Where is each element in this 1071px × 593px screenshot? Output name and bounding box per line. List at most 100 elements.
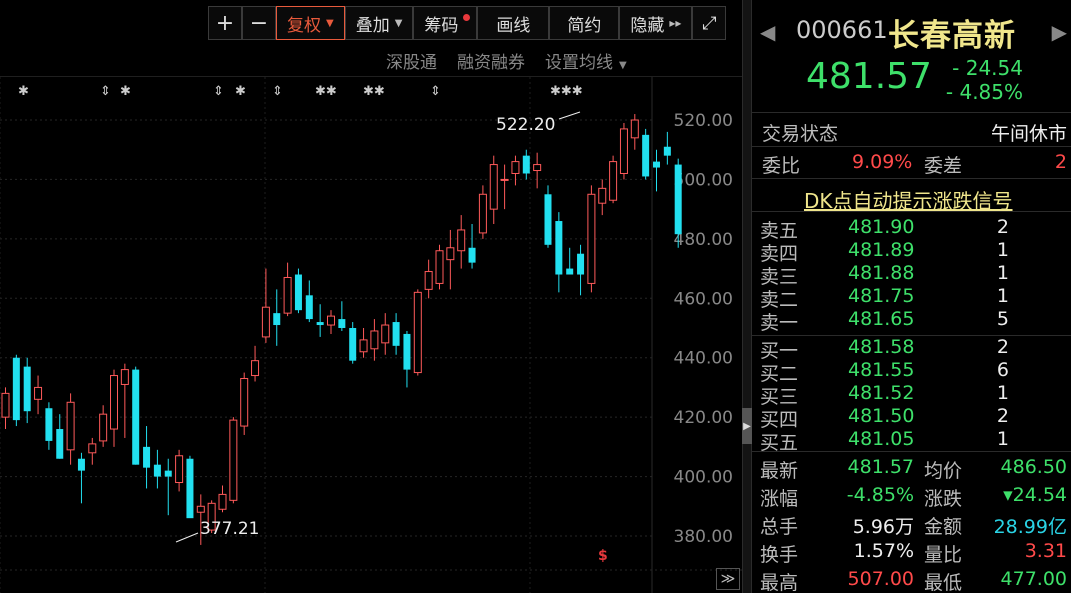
candle[interactable] [403, 330, 411, 388]
candle[interactable] [500, 164, 509, 210]
draw-line-button[interactable]: 画线 [477, 6, 550, 40]
bid-row[interactable]: 买三 481.52 1 [752, 382, 1071, 408]
candle[interactable] [598, 179, 607, 216]
candle[interactable] [229, 417, 238, 504]
simple-mode-button[interactable]: 简约 [549, 6, 620, 40]
candle[interactable] [468, 224, 476, 269]
candle[interactable] [120, 363, 129, 438]
candle[interactable] [316, 304, 324, 337]
candle[interactable] [45, 402, 53, 450]
candle[interactable] [392, 313, 400, 355]
candle[interactable] [294, 268, 302, 314]
margin-trading-link[interactable]: 融资融券 [457, 48, 525, 73]
candle[interactable] [77, 452, 85, 504]
candle[interactable] [619, 122, 628, 180]
candle[interactable] [164, 458, 172, 516]
kline-chart[interactable]: 520.00 500.00 480.00 460.00 440.00 420.00 400.… [0, 0, 742, 593]
candle[interactable] [653, 149, 660, 192]
candle[interactable] [522, 149, 530, 180]
candle[interactable] [511, 155, 520, 186]
candle[interactable] [424, 259, 433, 299]
candle[interactable] [435, 244, 444, 290]
event-marker-icon[interactable]: ✱✱✱ [550, 84, 583, 99]
overlay-dropdown[interactable]: 叠加 ▼ [344, 6, 414, 40]
ask-row[interactable]: 卖一 481.65 5 [752, 308, 1071, 334]
candle[interactable] [273, 289, 281, 346]
candle[interactable] [34, 375, 43, 415]
candle[interactable] [186, 455, 194, 519]
candle[interactable] [457, 215, 466, 269]
candle[interactable] [99, 405, 108, 447]
candle[interactable] [587, 185, 596, 293]
expand-panel-button[interactable]: ≫ [716, 568, 740, 590]
ask-row[interactable]: 卖三 481.88 1 [752, 262, 1071, 288]
candle[interactable] [370, 319, 379, 361]
candle[interactable] [533, 152, 542, 189]
event-marker-icon[interactable]: ✱ [18, 84, 29, 99]
candle[interactable] [413, 289, 422, 376]
candle[interactable] [359, 328, 368, 358]
candle[interactable] [66, 393, 75, 465]
candle[interactable] [56, 414, 64, 459]
zoom-in-button[interactable]: + [208, 6, 242, 40]
prev-stock-icon[interactable]: ◀ [760, 20, 775, 44]
ask-row[interactable]: 卖二 481.75 1 [752, 285, 1071, 311]
candle[interactable] [240, 372, 249, 435]
candle[interactable] [110, 369, 118, 447]
candle[interactable] [305, 280, 313, 323]
chips-button[interactable]: 筹码 [413, 6, 478, 40]
candle[interactable] [1, 387, 10, 430]
fullscreen-button[interactable]: ⤢ [692, 6, 727, 40]
bid-row[interactable]: 买一 481.58 2 [752, 336, 1071, 362]
candle[interactable] [218, 485, 227, 513]
candle[interactable] [153, 449, 161, 489]
candle[interactable] [577, 244, 585, 296]
candle[interactable] [283, 262, 292, 317]
candle[interactable] [349, 322, 357, 364]
ask-row[interactable]: 卖四 481.89 1 [752, 239, 1071, 265]
next-stock-icon[interactable]: ▶ [1052, 20, 1067, 44]
dividend-marker-icon[interactable]: $ [598, 548, 608, 564]
bid-row[interactable]: 买四 481.50 2 [752, 405, 1071, 431]
collapse-handle[interactable]: ▶ [742, 408, 752, 444]
event-marker-icon[interactable]: ⇕ [272, 84, 283, 99]
ma-settings-dropdown[interactable]: 设置均线 ▼ [545, 48, 627, 73]
candle[interactable] [566, 247, 574, 275]
bid-row[interactable]: 买二 481.55 6 [752, 359, 1071, 385]
candle[interactable] [143, 426, 151, 489]
event-marker-icon[interactable]: ⇕ [100, 84, 111, 99]
candle[interactable] [88, 437, 97, 465]
event-marker-icon[interactable]: ⇕ [430, 84, 441, 99]
candle[interactable] [642, 128, 650, 180]
candle[interactable] [478, 185, 487, 239]
candle[interactable] [327, 310, 335, 334]
pane-divider[interactable] [742, 0, 752, 593]
candle[interactable] [251, 345, 260, 382]
ask-row[interactable]: 卖五 481.90 2 [752, 216, 1071, 242]
candle[interactable] [609, 155, 618, 204]
event-marker-icon[interactable]: ✱ [120, 84, 131, 99]
bid-row[interactable]: 买五 481.05 1 [752, 428, 1071, 454]
event-marker-icon[interactable]: ✱✱ [315, 84, 337, 99]
candle[interactable] [381, 313, 390, 355]
candle[interactable] [132, 366, 140, 465]
candle[interactable] [261, 268, 270, 343]
candle[interactable] [544, 185, 552, 248]
candle[interactable] [23, 357, 31, 424]
fuquan-dropdown[interactable]: 复权 ▼ [276, 6, 345, 40]
dk-signal-link[interactable]: DK点自动提示涨跌信号 [804, 185, 1013, 214]
candle[interactable] [338, 301, 346, 331]
candle[interactable] [630, 114, 639, 150]
hide-button[interactable]: 隐藏 ▸▸ [619, 6, 693, 40]
candle[interactable] [663, 131, 671, 165]
event-marker-icon[interactable]: ✱ [235, 84, 246, 99]
candle[interactable] [446, 229, 455, 290]
candle[interactable] [489, 155, 498, 224]
candle[interactable] [555, 212, 563, 293]
candle[interactable] [175, 449, 184, 492]
event-marker-icon[interactable]: ⇕ [213, 84, 224, 99]
shengutong-link[interactable]: 深股通 [386, 48, 437, 73]
candle[interactable] [12, 354, 20, 427]
event-marker-icon[interactable]: ✱✱ [363, 84, 385, 99]
zoom-out-button[interactable]: − [242, 6, 276, 40]
